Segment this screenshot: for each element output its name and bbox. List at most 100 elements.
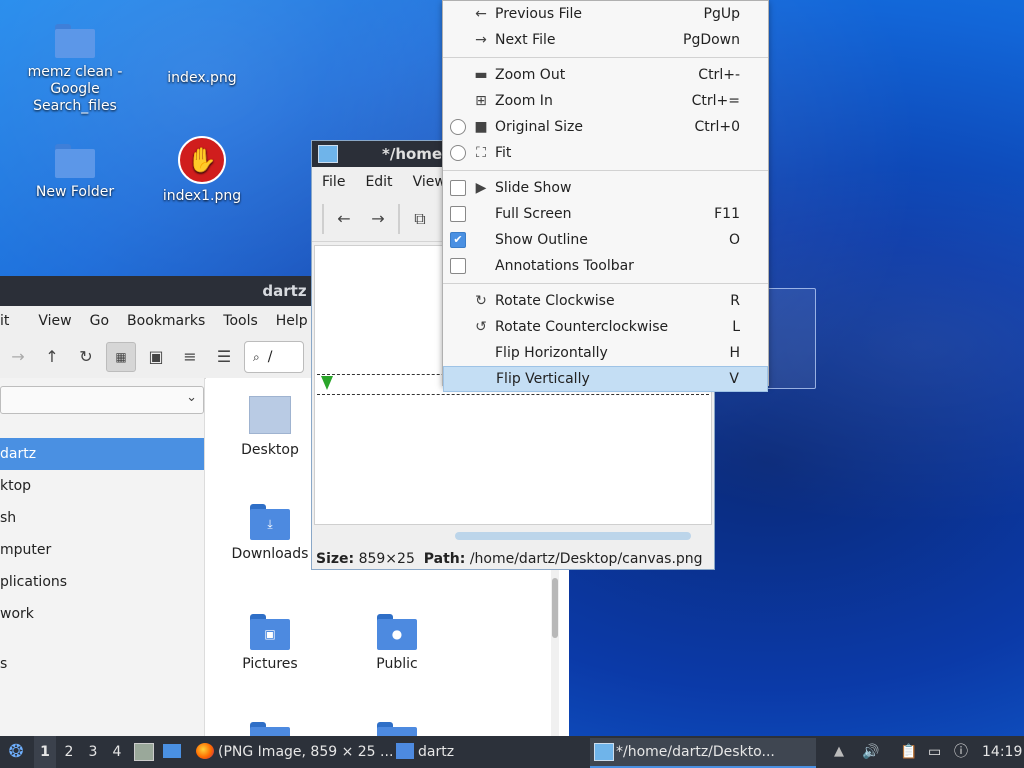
menu-item-annotations-toolbar[interactable]: Annotations Toolbar (443, 253, 768, 279)
icon-view-icon[interactable]: ▦ (106, 342, 136, 372)
menu-view[interactable]: View (18, 313, 80, 329)
menu-separator (443, 283, 768, 284)
folder-icon (55, 24, 95, 58)
task-firefox[interactable]: (PNG Image, 859 × 25 ... (192, 738, 413, 766)
folder-label: Pictures (242, 656, 298, 672)
desktop-icon-new-folder[interactable]: New Folder (20, 144, 130, 201)
menu-item-previous-file[interactable]: ← Previous File PgUp (443, 1, 768, 27)
show-desktop-icon[interactable] (163, 736, 183, 768)
public-folder-icon: ● (377, 614, 417, 650)
stop-hand-icon: ✋ (178, 136, 226, 184)
workspace-3[interactable]: 3 (82, 736, 104, 768)
folder-label: Public (376, 656, 418, 672)
folder-item-desktop[interactable]: Desktop (215, 396, 325, 458)
menu-file[interactable]: File (312, 174, 355, 190)
menu-item-rotate-clockwise[interactable]: ↻ Rotate Clockwise R (443, 288, 768, 314)
menu-bookmarks[interactable]: Bookmarks (118, 313, 214, 329)
checkbox[interactable] (450, 258, 466, 274)
menu-tools[interactable]: Tools (214, 313, 267, 329)
radio-button[interactable] (450, 119, 466, 135)
menu-item-fit[interactable]: ⛶ Fit (443, 140, 768, 166)
image-viewer-app-icon (594, 743, 614, 761)
task-file-manager[interactable]: dartz (392, 738, 598, 766)
menu-item-rotate-counterclockwise[interactable]: ↺ Rotate Counterclockwise L (443, 314, 768, 340)
menu-item-original-size[interactable]: ■ Original Size Ctrl+0 (443, 114, 768, 140)
sidebar-item-applications[interactable]: plications (0, 566, 204, 598)
menu-help[interactable]: Help (267, 313, 317, 329)
clipboard-icon[interactable]: 📋 (900, 736, 918, 768)
image-green-mark (321, 376, 333, 390)
menu-item-zoom-in[interactable]: ⊞ Zoom In Ctrl+= (443, 88, 768, 114)
path-value: /home/dartz/Desktop/canvas.png (469, 551, 703, 567)
menu-item-show-outline[interactable]: ✔ Show Outline O (443, 227, 768, 253)
desktop-icon-label: memz clean - Google Search_files (27, 64, 123, 114)
checkbox-checked[interactable]: ✔ (450, 232, 466, 248)
location-text: / (267, 349, 273, 365)
detail-view-icon[interactable]: ☰ (210, 343, 238, 371)
sidebar-item-desktop[interactable]: ktop (0, 470, 204, 502)
sidebar-item-trash[interactable]: sh (0, 502, 204, 534)
image-viewer-app-icon (318, 145, 338, 163)
scrollbar-thumb[interactable] (552, 578, 558, 638)
sidebar-item-home[interactable]: dartz (0, 438, 204, 470)
desktop-icon-memz-folder[interactable]: memz clean - Google Search_files (20, 24, 130, 115)
menu-item-flip-horizontally[interactable]: Flip Horizontally H (443, 340, 768, 366)
tray-updates-icon[interactable]: ▲ (834, 736, 852, 768)
folder-icon (396, 743, 414, 759)
workspace-1[interactable]: 1 (34, 736, 56, 768)
clock[interactable]: 14:19 (982, 736, 1022, 768)
forward-icon[interactable]: → (4, 343, 32, 371)
menu-item-zoom-out[interactable]: ▬ Zoom Out Ctrl+- (443, 62, 768, 88)
thumbnail-view-icon[interactable]: ▣ (142, 343, 170, 371)
arrow-right-icon: → (475, 32, 487, 48)
desktop-folder-icon (249, 396, 291, 434)
radio-button[interactable] (450, 145, 466, 161)
checkbox[interactable] (450, 206, 466, 222)
sidebar-item-computer[interactable]: mputer (0, 534, 204, 566)
sidebar-item-devices[interactable]: s (0, 648, 204, 680)
outline-bottom (317, 394, 709, 395)
folder-item-pictures[interactable]: ▣ Pictures (215, 614, 325, 672)
arrow-right-icon[interactable]: → (364, 205, 392, 233)
network-icon[interactable]: ▭ (928, 736, 948, 768)
checkbox[interactable] (450, 180, 466, 196)
reload-icon[interactable]: ↻ (72, 343, 100, 371)
arrow-left-icon[interactable]: ← (330, 205, 358, 233)
sidebar-item-network[interactable]: work (0, 598, 204, 630)
folder-icon (55, 144, 95, 178)
sidebar-mode-select[interactable]: ⌄ (0, 386, 204, 414)
menu-item-slide-show[interactable]: ▶ Slide Show (443, 175, 768, 201)
menu-item-flip-vertically[interactable]: Flip Vertically V (443, 366, 768, 392)
notification-icon[interactable]: ⓘ (954, 736, 974, 768)
desktop-icon-index1-png[interactable]: ✋ index1.png (147, 136, 257, 205)
folder-label: Desktop (241, 442, 299, 458)
menu-item-next-file[interactable]: → Next File PgDown (443, 27, 768, 53)
open-file-icon[interactable]: ⧉ (406, 205, 434, 233)
start-menu-icon[interactable]: ❂ (4, 736, 28, 768)
location-bar[interactable]: ⌕ / (244, 341, 304, 373)
path-label: Path: (423, 551, 466, 567)
folder-item-public[interactable]: ● Public (342, 614, 452, 672)
compact-view-icon[interactable]: ≡ (176, 343, 204, 371)
arrow-left-icon: ← (475, 6, 487, 22)
file-manager-launcher-icon[interactable] (134, 736, 154, 768)
folder-item-downloads[interactable]: ⤓ Downloads (215, 504, 325, 562)
menu-edit[interactable]: Edit (355, 174, 402, 190)
pictures-folder-icon: ▣ (250, 614, 290, 650)
menu-separator (443, 57, 768, 58)
up-icon[interactable]: ↑ (38, 343, 66, 371)
fit-icon: ⛶ (476, 145, 486, 161)
desktop-icon-index-png[interactable]: index.png (147, 70, 257, 87)
workspace-2[interactable]: 2 (58, 736, 80, 768)
desktop-icon-label: index.png (167, 70, 237, 86)
volume-icon[interactable]: 🔊 (862, 736, 882, 768)
zoom-out-icon: ▬ (474, 67, 488, 83)
menu-separator (443, 170, 768, 171)
workspace-4[interactable]: 4 (106, 736, 128, 768)
window-title: */home (382, 145, 443, 163)
horizontal-scrollbar[interactable] (455, 532, 691, 540)
menu-go[interactable]: Go (81, 313, 118, 329)
menu-edit[interactable]: it (0, 313, 18, 329)
menu-item-full-screen[interactable]: Full Screen F11 (443, 201, 768, 227)
task-image-viewer[interactable]: */home/dartz/Deskto... (590, 738, 816, 768)
